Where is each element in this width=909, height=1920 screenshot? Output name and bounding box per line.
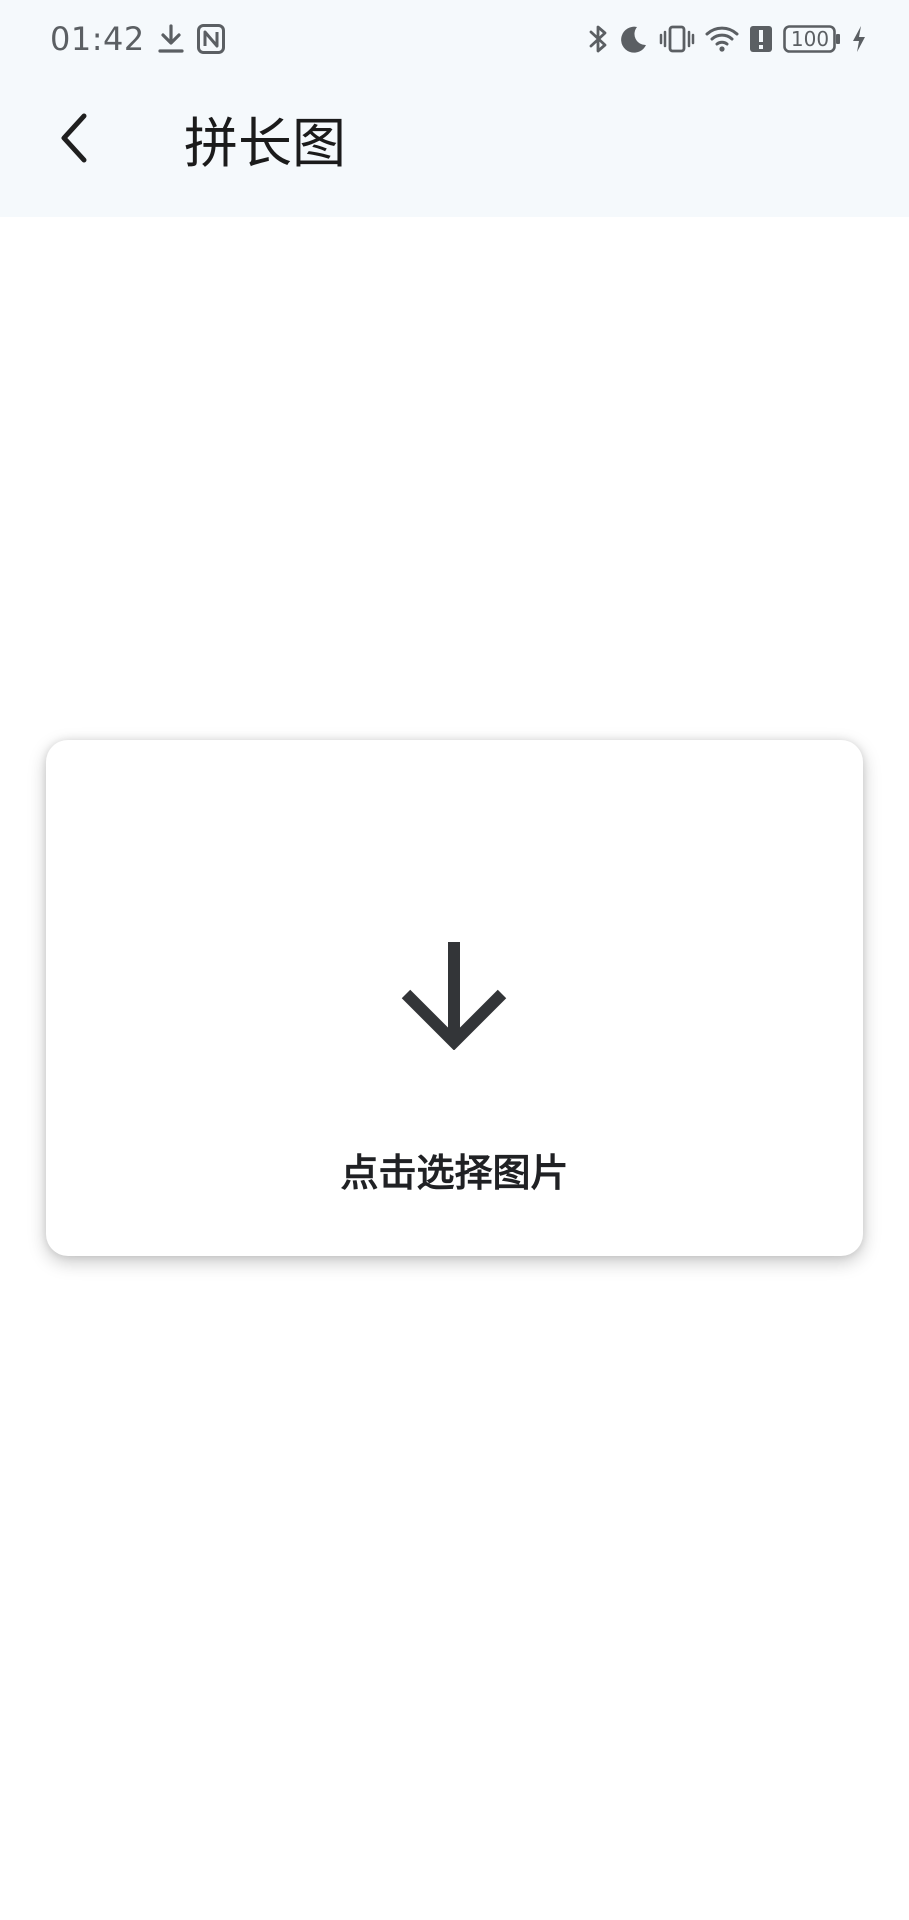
back-button[interactable] [40,106,108,174]
alert-icon [749,24,773,54]
page-title: 拼长图 [184,112,346,175]
battery-icon: 100 [783,24,841,54]
select-image-card[interactable]: 点击选择图片 [46,740,863,1256]
status-right: 100 [587,18,867,60]
battery-level: 100 [790,27,830,51]
arrow-down-icon [398,938,510,1051]
download-icon [157,24,185,54]
status-left: 01:42 [50,18,225,60]
status-bar: 01:42 100 [0,0,909,78]
chevron-left-icon [54,110,94,170]
select-image-label: 点击选择图片 [340,1151,569,1195]
vibrate-icon [659,24,695,54]
top-area: 01:42 100 拼长图 [0,0,909,217]
bluetooth-icon [587,23,609,55]
wifi-icon [705,24,739,54]
do-not-disturb-icon [619,24,649,54]
app-bar: 拼长图 [0,78,909,217]
nfc-icon [196,24,225,54]
status-time: 01:42 [50,20,145,58]
charging-icon [851,24,867,54]
